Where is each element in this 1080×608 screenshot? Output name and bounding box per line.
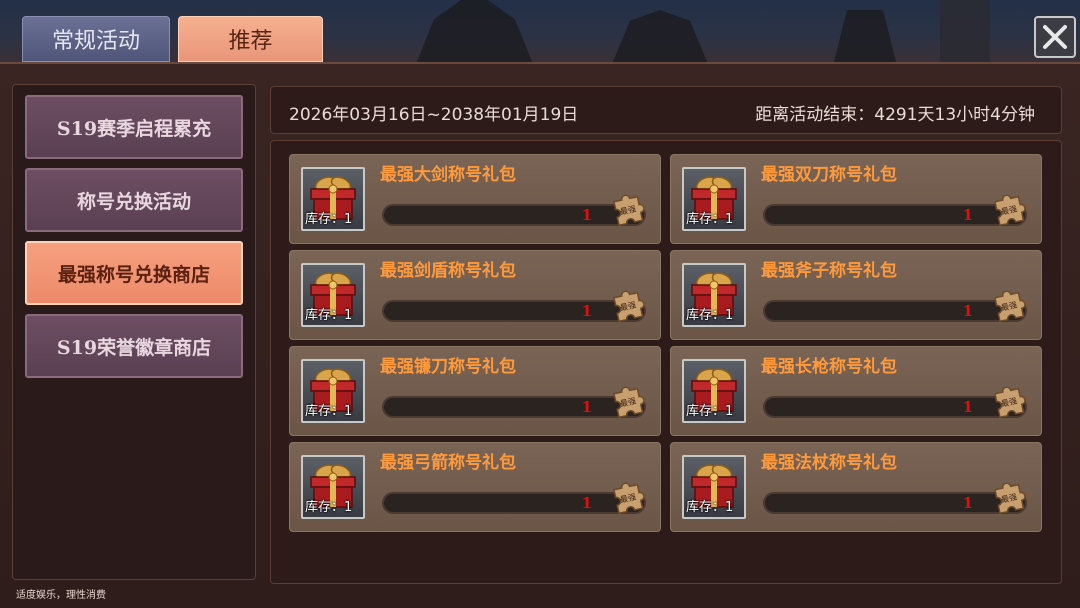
item-title: 最强双刀称号礼包 <box>761 165 897 185</box>
item-title: 最强长枪称号礼包 <box>761 357 897 377</box>
tab-recommend[interactable]: 推荐 <box>178 16 323 62</box>
gift-box-icon: 库存：1 <box>301 167 365 231</box>
close-icon <box>1043 25 1067 49</box>
puzzle-badge-icon: 最强 <box>608 287 648 325</box>
stock-label: 库存：1 <box>686 500 734 515</box>
item-progress-bar: 1 <box>763 492 1027 514</box>
event-date-bar: 2026年03月16日~2038年01月19日 距离活动结束：4291天13小时… <box>270 86 1062 134</box>
gift-box-icon: 库存：1 <box>301 359 365 423</box>
shop-item-card[interactable]: 库存：1 最强双刀称号礼包 1 最强 <box>670 154 1042 244</box>
item-count: 1 <box>581 302 592 320</box>
item-progress-bar: 1 <box>763 396 1027 418</box>
event-countdown: 距离活动结束：4291天13小时4分钟 <box>755 105 1035 125</box>
sidebar-item-label: S19赛季启程累充 <box>56 117 212 140</box>
shop-item-card[interactable]: 库存：1 最强镰刀称号礼包 1 最强 <box>289 346 661 436</box>
sidebar-item-label: 最强称号兑换商店 <box>57 263 210 286</box>
puzzle-badge-icon: 最强 <box>608 383 648 421</box>
tab-regular-label: 常规活动 <box>51 29 140 54</box>
puzzle-badge-icon: 最强 <box>608 191 648 229</box>
sidebar: S19赛季启程累充 称号兑换活动 最强称号兑换商店 S19荣誉徽章商店 <box>12 84 256 580</box>
stock-label: 库存：1 <box>305 212 353 227</box>
item-count: 1 <box>962 206 973 224</box>
puzzle-badge-icon: 最强 <box>989 479 1029 517</box>
gift-box-icon: 库存：1 <box>301 455 365 519</box>
shop-item-card[interactable]: 库存：1 最强斧子称号礼包 1 最强 <box>670 250 1042 340</box>
item-title: 最强镰刀称号礼包 <box>380 357 516 377</box>
stock-label: 库存：1 <box>305 404 353 419</box>
item-progress-bar: 1 <box>382 204 646 226</box>
gift-box-icon: 库存：1 <box>682 263 746 327</box>
shop-item-card[interactable]: 库存：1 最强长枪称号礼包 1 最强 <box>670 346 1042 436</box>
item-count: 1 <box>962 302 973 320</box>
stock-label: 库存：1 <box>305 308 353 323</box>
item-count: 1 <box>581 494 592 512</box>
sidebar-item-label: S19荣誉徽章商店 <box>56 336 212 359</box>
item-title: 最强弓箭称号礼包 <box>380 453 516 473</box>
responsible-gaming-notice: 适度娱乐，理性消费 <box>16 590 106 601</box>
item-progress-bar: 1 <box>382 300 646 322</box>
item-title: 最强斧子称号礼包 <box>761 261 897 281</box>
puzzle-badge-icon: 最强 <box>989 287 1029 325</box>
gift-box-icon: 库存：1 <box>682 359 746 423</box>
item-progress-bar: 1 <box>763 204 1027 226</box>
gift-box-icon: 库存：1 <box>682 455 746 519</box>
shop-item-card[interactable]: 库存：1 最强弓箭称号礼包 1 最强 <box>289 442 661 532</box>
item-count: 1 <box>581 398 592 416</box>
shop-item-card[interactable]: 库存：1 最强法杖称号礼包 1 最强 <box>670 442 1042 532</box>
sidebar-item-label: 称号兑换活动 <box>76 190 191 213</box>
item-count: 1 <box>962 398 973 416</box>
tab-recommend-label: 推荐 <box>228 29 273 54</box>
sidebar-item-s19-honor-shop[interactable]: S19荣誉徽章商店 <box>25 314 243 378</box>
stock-label: 库存：1 <box>686 212 734 227</box>
item-title: 最强法杖称号礼包 <box>761 453 897 473</box>
stock-label: 库存：1 <box>686 404 734 419</box>
event-date-range: 2026年03月16日~2038年01月19日 <box>289 105 579 125</box>
stock-label: 库存：1 <box>686 308 734 323</box>
close-button[interactable] <box>1034 16 1076 58</box>
item-title: 最强剑盾称号礼包 <box>380 261 516 281</box>
item-count: 1 <box>962 494 973 512</box>
item-progress-bar: 1 <box>382 396 646 418</box>
item-progress-bar: 1 <box>763 300 1027 322</box>
puzzle-badge-icon: 最强 <box>989 383 1029 421</box>
item-progress-bar: 1 <box>382 492 646 514</box>
item-title: 最强大剑称号礼包 <box>380 165 516 185</box>
stock-label: 库存：1 <box>305 500 353 515</box>
shop-item-card[interactable]: 库存：1 最强剑盾称号礼包 1 最强 <box>289 250 661 340</box>
tab-regular-activities[interactable]: 常规活动 <box>22 16 170 62</box>
shop-grid: 库存：1 最强大剑称号礼包 1 最强 库存：1 最强双刀称号礼包 1 最强 库存… <box>270 140 1062 584</box>
sidebar-item-title-exchange[interactable]: 称号兑换活动 <box>25 168 243 232</box>
puzzle-badge-icon: 最强 <box>608 479 648 517</box>
puzzle-badge-icon: 最强 <box>989 191 1029 229</box>
gift-box-icon: 库存：1 <box>682 167 746 231</box>
gift-box-icon: 库存：1 <box>301 263 365 327</box>
item-count: 1 <box>581 206 592 224</box>
sidebar-item-s19-recharge[interactable]: S19赛季启程累充 <box>25 95 243 159</box>
sidebar-item-strongest-title-shop[interactable]: 最强称号兑换商店 <box>25 241 243 305</box>
shop-item-card[interactable]: 库存：1 最强大剑称号礼包 1 最强 <box>289 154 661 244</box>
